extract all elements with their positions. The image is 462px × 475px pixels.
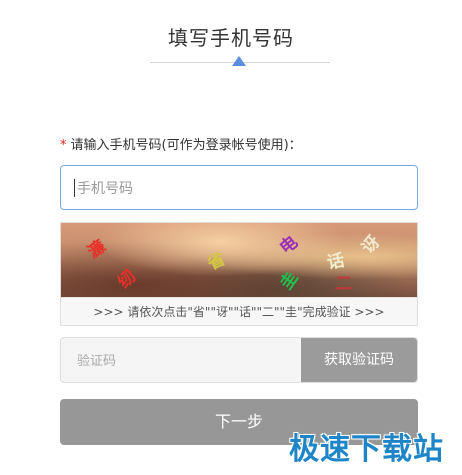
captcha-hint: >>> 请依次点击"省""讶""话""二""圭"完成验证 >>>	[61, 297, 417, 325]
phone-label-text: 请输入手机号码(可作为登录帐号使用)：	[70, 138, 302, 153]
captcha-char[interactable]: 濂	[81, 232, 109, 262]
phone-field[interactable]	[60, 165, 418, 211]
captcha-char[interactable]: 电	[273, 228, 302, 258]
phone-label: * 请输入手机号码(可作为登录帐号使用)：	[60, 134, 302, 153]
captcha-char[interactable]: 二	[335, 269, 352, 294]
captcha-char[interactable]: 纫	[111, 263, 140, 292]
captcha-panel: 濂 省 电 话 讶 纫 圭 二 >>> 请依次点击"省""讶""话""二""圭"…	[60, 222, 418, 326]
get-code-button[interactable]: 获取验证码	[301, 338, 417, 382]
page-title: 填写手机号码	[168, 26, 294, 50]
captcha-char[interactable]: 圭	[272, 265, 302, 293]
captcha-image[interactable]: 濂 省 电 话 讶 纫 圭 二	[61, 223, 417, 297]
text-caret	[74, 179, 75, 197]
captcha-char[interactable]: 省	[203, 245, 229, 274]
required-mark: *	[60, 138, 67, 153]
verification-code-input[interactable]	[75, 338, 299, 382]
phone-input[interactable]	[75, 166, 409, 211]
captcha-char[interactable]: 讶	[354, 229, 384, 258]
code-field[interactable]: 获取验证码	[60, 337, 418, 383]
triangle-up-icon	[232, 56, 246, 66]
watermark-logo: 极速下载站	[289, 432, 444, 467]
